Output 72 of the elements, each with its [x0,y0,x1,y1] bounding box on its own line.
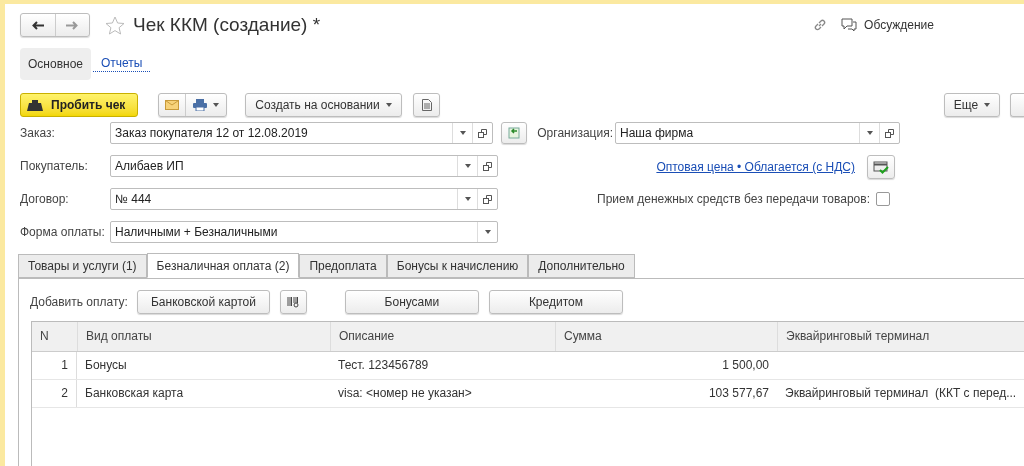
tab[interactable]: Дополнительно [528,254,635,278]
discussion-link[interactable]: Обсуждение [864,16,934,34]
help-button[interactable] [1010,93,1024,117]
field-label: Покупатель: [20,158,89,175]
column-header[interactable]: Вид оплаты [77,322,330,351]
back-arrow-icon [31,20,44,30]
column-header[interactable]: Сумма [555,322,777,351]
fill-button[interactable] [501,122,527,144]
document-button[interactable] [413,93,440,117]
caret-icon [984,103,991,107]
table-cell: Банковская карта [85,386,184,400]
tab[interactable]: Безналичная оплата (2) [146,253,300,278]
window-title: Чек ККМ (создание) * [133,12,321,37]
open-icon [478,128,487,138]
caret-icon [866,131,873,135]
tab[interactable]: Предоплата [299,254,387,278]
checkbox[interactable] [876,192,890,206]
field-label: Заказ: [20,125,56,142]
prices-button[interactable] [867,155,895,179]
star-icon[interactable] [105,15,125,35]
discussion-icon[interactable] [841,18,858,32]
printer-icon [193,99,207,111]
barcode-icon [287,296,300,308]
caret-icon [459,131,466,135]
payment-button[interactable]: Бонусами [344,290,479,314]
select-field[interactable]: Наличными + Безналичными [110,221,498,243]
column-header[interactable]: Эквайринговый терминал [777,322,1024,351]
price-link[interactable]: Оптовая цена • Облагается (с НДС) [656,158,855,176]
create-based-on-button[interactable]: Создать на основании [245,93,402,117]
cash-register-icon [27,99,43,111]
caret-icon [484,230,491,234]
checkbox-label: Прием денежных средств без передачи товаров: [597,191,870,208]
navigation-buttons[interactable] [20,13,90,37]
add-payment-label: Добавить оплату: [30,294,128,311]
tab[interactable]: Товары и услуги (1) [18,254,147,278]
select-field[interactable]: № 444 [110,188,498,210]
document-icon [421,99,432,111]
field-label: Организация: [537,125,613,142]
table-cell: visa: <номер не указан> [338,386,472,400]
payment-button[interactable]: Кредитом [488,290,623,314]
envelope-icon [165,100,179,110]
table-cell: 1 [61,358,68,372]
open-icon [483,161,492,171]
card-check-icon [873,160,889,174]
caret-icon [385,103,392,107]
table-cell: Тест. 123456789 [338,358,429,372]
select-field[interactable]: Алибаев ИП [110,155,498,177]
field-label: Форма оплаты: [20,224,106,241]
table-cell: Бонусы [85,358,127,372]
select-field[interactable]: Наша фирма [615,122,900,144]
bank-card-button[interactable]: Банковской картой [136,290,270,314]
table-cell: 103 577,67 [708,386,769,400]
open-icon [483,194,492,204]
section-tab[interactable]: Основное [20,48,91,80]
field-label: Договор: [20,191,70,208]
select-field[interactable]: Заказ покупателя 12 от 12.08.2019 [110,122,493,144]
caret-icon [213,103,219,107]
barcode-button[interactable] [279,290,307,314]
column-header[interactable]: Описание [330,322,555,351]
print-receipt-button[interactable]: Пробить чек [20,93,138,117]
caret-icon [464,197,471,201]
column-header[interactable]: N [32,322,77,351]
open-icon [885,128,894,138]
tab[interactable]: Бонусы к начислению [386,254,529,278]
more-button[interactable]: Еще [944,93,1000,117]
table-cell: 1 500,00 [722,358,769,372]
table-cell: 2 [61,386,68,400]
forward-arrow-icon [66,20,79,30]
link-icon[interactable] [813,18,828,32]
caret-icon [464,164,471,168]
section-tab[interactable]: Отчеты [93,56,151,72]
table-cell: Эквайринговый терминал (ККТ с перед... [785,386,1017,400]
